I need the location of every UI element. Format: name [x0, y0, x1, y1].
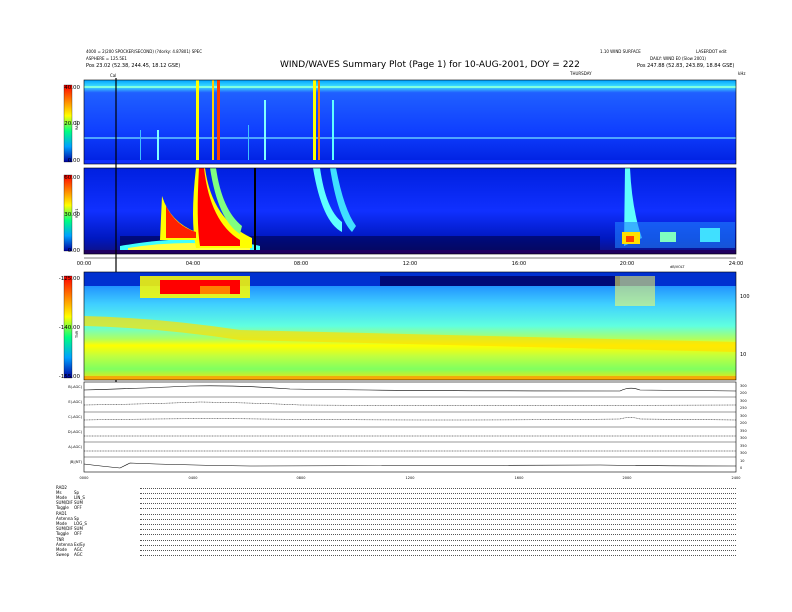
time-tick: 16:00 — [512, 261, 526, 267]
time-tick: 12:00 — [403, 261, 417, 267]
rad2-label: RAD2 — [75, 120, 79, 130]
line-label-bmag: |B|(NT) — [70, 460, 83, 464]
tnr-panel — [84, 272, 736, 380]
tnr-right-tick-10: 10 — [740, 352, 746, 358]
line-label-b: B(-AGC) — [68, 385, 82, 389]
time-tick: 1600 — [515, 476, 524, 480]
line-r1: 300 — [740, 399, 747, 403]
tnr-ytick-mid: -140.00 — [59, 325, 81, 331]
line-r1: 350 — [740, 429, 747, 433]
time-axis-b: 0000 0400 0800 1200 1600 2000 2400 — [80, 476, 741, 480]
time-tick: 2000 — [623, 476, 632, 480]
rad1-panel — [84, 168, 736, 254]
line-r2: 300 — [740, 436, 747, 440]
rad1-ytick-top: 60.00 — [64, 175, 80, 181]
footer-row: Toggle OFF — [56, 505, 736, 510]
line-r2: 300 — [740, 451, 747, 455]
line-r2: 0 — [740, 466, 742, 470]
footer-row: Toggle OFF — [56, 531, 736, 536]
rad2-ytick-top: 40.00 — [64, 85, 80, 91]
rad2-ytick-bottom: 0.00 — [68, 158, 81, 164]
line-plots — [83, 381, 737, 473]
time-axis-a: 00:00 04:00 08:00 12:00 16:00 20:00 24:0… — [77, 257, 743, 267]
line-label-d: D(-AGC) — [68, 430, 83, 434]
footer-row: Sweep AGC — [56, 552, 736, 557]
line-r2: 250 — [740, 406, 747, 410]
tnr-ytick-bottom: -155.00 — [59, 374, 81, 380]
rad1-ytick-bottom: 0.00 — [68, 248, 81, 254]
time-tick: 2400 — [732, 476, 741, 480]
time-tick: 1200 — [406, 476, 415, 480]
tnr-right-label: dB/VOLT — [670, 265, 685, 269]
tnr-label: TNR — [75, 330, 79, 339]
rad2-panel — [84, 80, 736, 164]
line-r2: 200 — [740, 421, 747, 425]
line-r1: 300 — [740, 414, 747, 418]
line-r1: 10 — [740, 459, 744, 463]
time-tick: 04:00 — [186, 261, 200, 267]
line-r2: 200 — [740, 391, 747, 395]
line-label-c: C(-AGC) — [68, 415, 82, 419]
line-r1: 300 — [740, 384, 747, 388]
tnr-right-tick-100: 100 — [740, 294, 750, 300]
time-tick: 20:00 — [620, 261, 634, 267]
time-tick: 00:00 — [77, 261, 91, 267]
time-tick: 0800 — [297, 476, 306, 480]
time-tick: 08:00 — [294, 261, 308, 267]
time-tick: 24:00 — [729, 261, 743, 267]
rad1-label: RAD1 — [75, 208, 79, 218]
tnr-ytick-top: -125.00 — [59, 276, 81, 282]
time-tick: 0000 — [80, 476, 89, 480]
line-label-e: E(-AGC) — [68, 400, 82, 404]
time-tick: 0400 — [189, 476, 198, 480]
line-r1: 350 — [740, 444, 747, 448]
line-label-a: A(-AGC) — [68, 445, 82, 449]
